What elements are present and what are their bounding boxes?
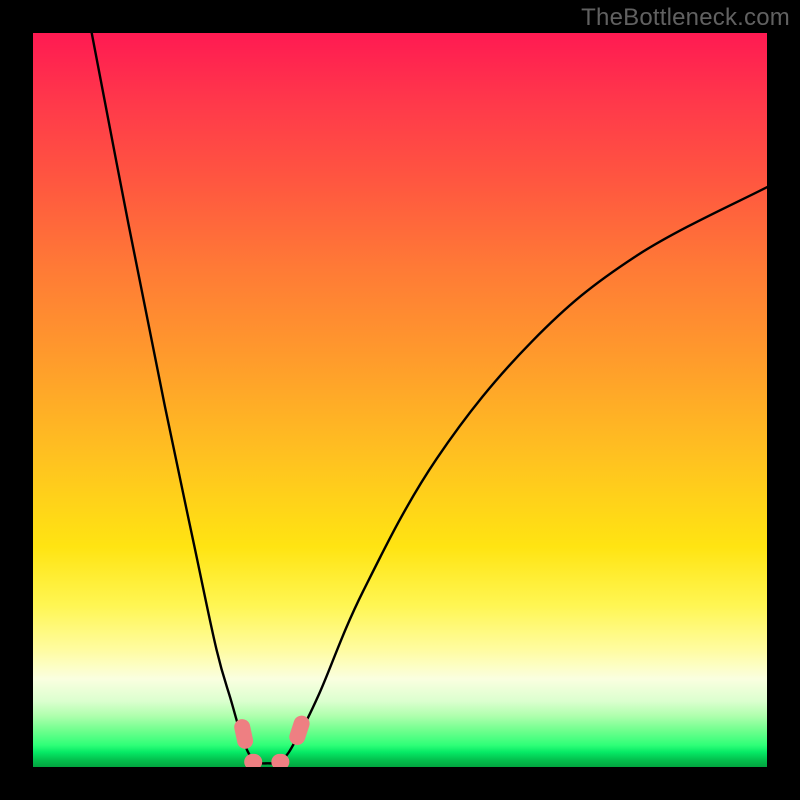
- chart-frame: TheBottleneck.com: [0, 0, 800, 800]
- marker-bottom-left: [244, 754, 262, 767]
- marker-left: [233, 718, 255, 751]
- data-markers: [233, 714, 312, 767]
- bottleneck-curve: [92, 33, 767, 763]
- chart-plot-area: [33, 33, 767, 767]
- watermark-text: TheBottleneck.com: [581, 4, 790, 32]
- chart-svg: [33, 33, 767, 767]
